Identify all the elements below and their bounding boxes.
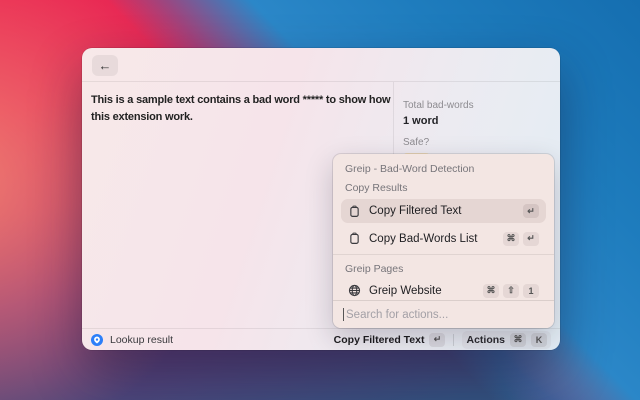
- back-arrow-icon: ←: [99, 58, 112, 73]
- metadata-value: 1 word: [403, 115, 552, 127]
- section-copy-results: Copy Results: [345, 182, 542, 194]
- status-bar: Lookup result Copy Filtered Text ↵ Actio…: [82, 328, 560, 350]
- action-menu-list: Greip - Bad-Word Detection Copy Results …: [333, 154, 554, 299]
- primary-action-label[interactable]: Copy Filtered Text: [334, 334, 425, 346]
- actions-search-input[interactable]: Search for actions...: [333, 300, 554, 328]
- actions-button-label: Actions: [466, 334, 505, 346]
- one-key-badge: 1: [523, 284, 539, 298]
- search-placeholder: Search for actions...: [346, 309, 448, 321]
- back-button[interactable]: ←: [92, 55, 118, 76]
- menu-divider: [333, 254, 554, 255]
- menu-item-label: Copy Bad-Words List: [369, 233, 477, 245]
- bar-divider: [453, 334, 454, 346]
- menu-item-label: Copy Filtered Text: [369, 205, 461, 217]
- window-header: ←: [82, 48, 560, 82]
- cmd-key-badge: ⌘: [483, 284, 499, 298]
- filtered-text: This is a sample text contains a bad wor…: [91, 92, 407, 126]
- shift-key-badge: ⇧: [503, 284, 519, 298]
- metadata-label: Safe?: [403, 137, 552, 148]
- menu-item-copy-filtered-text[interactable]: Copy Filtered Text ↵: [341, 199, 546, 223]
- action-menu-title: Greip - Bad-Word Detection: [345, 163, 542, 175]
- section-greip-pages: Greip Pages: [345, 263, 542, 275]
- enter-key-badge: ↵: [429, 333, 445, 347]
- text-cursor: [343, 308, 344, 321]
- clipboard-icon: [348, 232, 361, 245]
- metadata-label: Total bad-words: [403, 100, 552, 111]
- cmd-key-badge: ⌘: [510, 333, 526, 347]
- actions-button[interactable]: Actions ⌘ K: [462, 331, 551, 349]
- greip-logo-icon: [91, 334, 103, 346]
- clipboard-icon: [348, 205, 361, 218]
- enter-key-badge: ↵: [523, 232, 539, 246]
- globe-icon: [348, 284, 361, 297]
- action-menu: Greip - Bad-Word Detection Copy Results …: [333, 154, 554, 328]
- menu-item-greip-website[interactable]: Greip Website ⌘ ⇧ 1: [341, 279, 546, 299]
- menu-item-label: Greip Website: [369, 285, 442, 297]
- context-label: Lookup result: [110, 334, 173, 346]
- k-key-badge: K: [531, 333, 547, 347]
- cmd-key-badge: ⌘: [503, 232, 519, 246]
- menu-item-copy-bad-words-list[interactable]: Copy Bad-Words List ⌘ ↵: [341, 227, 546, 250]
- app-window: ← This is a sample text contains a bad w…: [82, 48, 560, 350]
- enter-key-badge: ↵: [523, 204, 539, 218]
